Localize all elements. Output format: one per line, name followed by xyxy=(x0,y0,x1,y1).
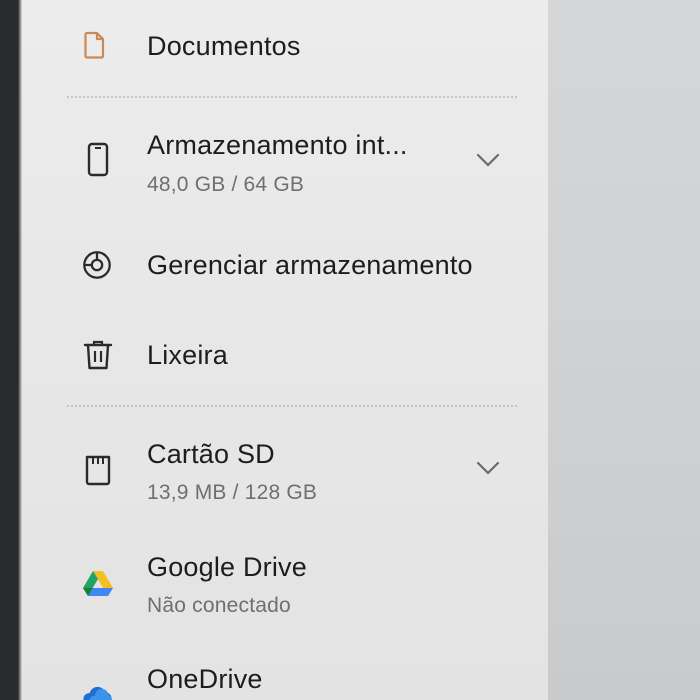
navigation-drawer: Documentos Armazenamento int... 48,0 GB … xyxy=(22,0,548,700)
drawer-item-onedrive[interactable]: OneDrive xyxy=(22,655,548,700)
drawer-item-armazenamento-interno[interactable]: Armazenamento int... 48,0 GB / 64 GB xyxy=(22,118,548,208)
drawer-item-gerenciar-armazenamento[interactable]: Gerenciar armazenamento xyxy=(22,232,548,298)
sd-card-icon xyxy=(82,454,114,486)
onedrive-icon xyxy=(82,679,114,700)
divider xyxy=(67,96,517,98)
screen: Documentos Armazenamento int... 48,0 GB … xyxy=(0,0,700,700)
drawer-item-label: Cartão SD xyxy=(147,439,275,469)
drawer-item-cartao-sd[interactable]: Cartão SD 13,9 MB / 128 GB xyxy=(22,426,548,516)
drawer-item-documentos[interactable]: Documentos xyxy=(22,10,548,80)
drawer-item-lixeira[interactable]: Lixeira xyxy=(22,322,548,388)
drawer-item-label: Gerenciar armazenamento xyxy=(147,250,473,280)
drawer-item-label: Lixeira xyxy=(147,340,228,370)
divider xyxy=(67,405,517,407)
drawer-backdrop[interactable] xyxy=(548,0,700,700)
storage-analytics-icon xyxy=(81,249,113,281)
document-icon xyxy=(78,29,110,61)
chevron-down-icon[interactable] xyxy=(474,454,502,482)
drawer-item-label: OneDrive xyxy=(147,664,263,694)
google-drive-icon xyxy=(82,568,114,600)
drawer-item-label: Google Drive xyxy=(147,552,307,582)
storage-usage: 13,9 MB / 128 GB xyxy=(147,481,318,504)
trash-icon xyxy=(82,339,114,371)
connection-status: Não conectado xyxy=(147,594,291,617)
drawer-item-label: Armazenamento int... xyxy=(147,130,408,160)
drawer-item-google-drive[interactable]: Google Drive Não conectado xyxy=(22,542,548,630)
drawer-item-label: Documentos xyxy=(147,31,301,61)
chevron-down-icon[interactable] xyxy=(474,146,502,174)
phone-storage-icon xyxy=(82,142,114,177)
storage-usage: 48,0 GB / 64 GB xyxy=(147,173,305,196)
